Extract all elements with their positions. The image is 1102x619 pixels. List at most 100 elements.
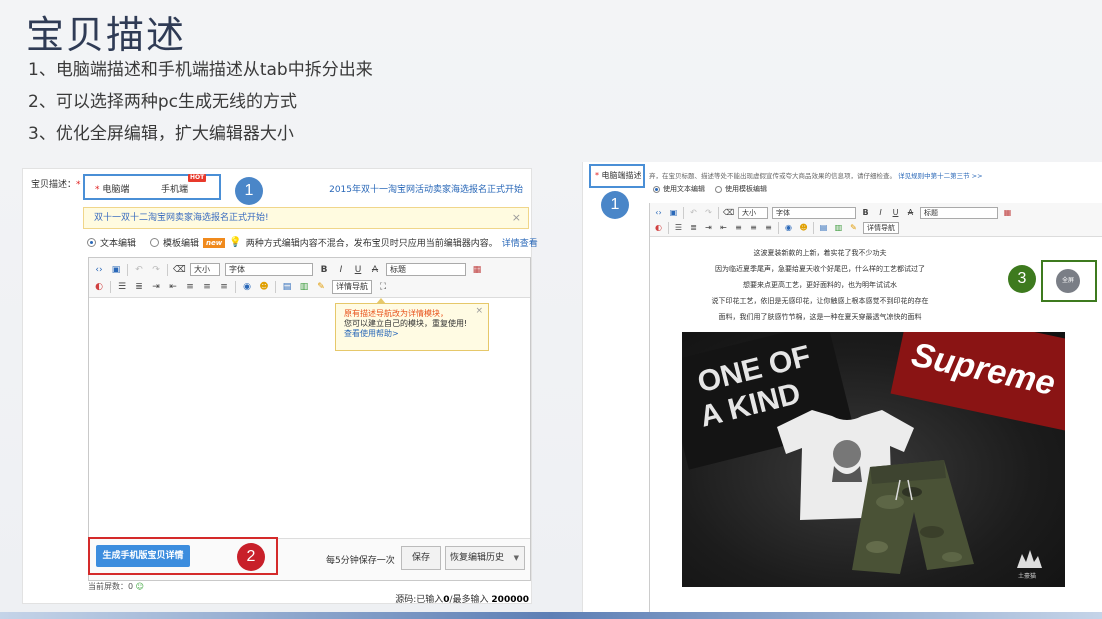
- radio-template-edit[interactable]: [150, 238, 160, 247]
- radio-text-edit-label: 使用文本编辑: [663, 185, 705, 193]
- fullscreen-button[interactable]: 全屏: [1056, 269, 1080, 293]
- align-left-icon[interactable]: ≡: [733, 222, 744, 234]
- unordered-list-icon[interactable]: ☰: [673, 222, 684, 234]
- ordered-list-icon[interactable]: ≣: [133, 281, 145, 293]
- source-code-icon[interactable]: ‹›: [653, 207, 664, 219]
- field-label: 宝贝描述：*: [31, 177, 81, 190]
- font-size-select[interactable]: 大小: [190, 263, 220, 276]
- preview-icon[interactable]: ▣: [110, 264, 122, 276]
- hot-badge: HOT: [188, 174, 207, 182]
- event-link[interactable]: 2015年双十一淘宝网活动卖家海选报名正式开始: [329, 182, 523, 195]
- indent-icon[interactable]: ⇥: [150, 281, 162, 293]
- callout-marker-3: 3: [1008, 265, 1036, 293]
- close-icon[interactable]: ×: [512, 208, 521, 228]
- bullet-item: 2、可以选择两种pc生成无线的方式: [28, 92, 297, 112]
- font-size-select[interactable]: 大小: [738, 206, 768, 219]
- edit-mode-row: 使用文本编辑 使用模板编辑: [653, 184, 767, 194]
- indent-icon[interactable]: ⇥: [703, 222, 714, 234]
- right-screenshot-panel: * 电脑端描述 弃，在宝贝标题、描述等处不能出现虚假宣传或夸大商品效果的信息项，…: [582, 162, 1102, 612]
- image-icon[interactable]: ▤: [818, 222, 829, 234]
- image-icon[interactable]: ▤: [281, 281, 293, 293]
- bold-icon[interactable]: B: [318, 264, 330, 276]
- rich-text-editor-fullscreen: ‹› ▣ ↶ ↷ ⌫ 大小 字体 B I U A 标题 ▦ ◐ ☰ ≣ ⇥ ⇤ …: [649, 203, 1102, 612]
- outdent-icon[interactable]: ⇤: [167, 281, 179, 293]
- italic-icon[interactable]: I: [335, 264, 347, 276]
- slide-title: 宝贝描述: [26, 13, 187, 57]
- underline-icon[interactable]: U: [352, 264, 364, 276]
- strikethrough-icon[interactable]: A: [905, 207, 916, 219]
- align-right-icon[interactable]: ≡: [218, 281, 230, 293]
- bullet-list: 1、电脑端描述和手机端描述从tab中拆分出来 2、可以选择两种pc生成无线的方式…: [28, 58, 373, 154]
- source-code-icon[interactable]: ‹›: [93, 264, 105, 276]
- smile-icon: ☺: [135, 582, 144, 591]
- redo-icon[interactable]: ↷: [150, 264, 162, 276]
- align-center-icon[interactable]: ≡: [748, 222, 759, 234]
- radio-template-edit[interactable]: [715, 185, 722, 193]
- brand-text: 土豪猫: [1018, 572, 1036, 580]
- align-left-icon[interactable]: ≡: [184, 281, 196, 293]
- callout-marker-1: 1: [235, 177, 263, 205]
- table-icon[interactable]: ▦: [1002, 207, 1013, 219]
- align-center-icon[interactable]: ≡: [201, 281, 213, 293]
- detail-nav-button[interactable]: 详情导航: [863, 221, 899, 234]
- preview-icon[interactable]: ▣: [668, 207, 679, 219]
- radio-text-edit[interactable]: [87, 238, 96, 247]
- outdent-icon[interactable]: ⇤: [718, 222, 729, 234]
- clear-format-icon[interactable]: ⌫: [173, 264, 186, 276]
- bold-icon[interactable]: B: [860, 207, 871, 219]
- tooltip-line: 原有描述导航改为详情模块，: [344, 309, 448, 318]
- radio-text-edit[interactable]: [653, 185, 660, 193]
- video-icon[interactable]: ▥: [298, 281, 310, 293]
- heading-select[interactable]: 标题: [386, 263, 466, 276]
- redo-icon[interactable]: ↷: [703, 207, 714, 219]
- clear-format-icon[interactable]: ⌫: [723, 207, 734, 219]
- underline-icon[interactable]: U: [890, 207, 901, 219]
- undo-icon[interactable]: ↶: [688, 207, 699, 219]
- module-icon[interactable]: ✎: [315, 281, 327, 293]
- table-icon[interactable]: ▦: [471, 264, 483, 276]
- emoji-icon[interactable]: ☻: [798, 222, 809, 234]
- font-family-select[interactable]: 字体: [225, 263, 313, 276]
- video-icon[interactable]: ▥: [833, 222, 844, 234]
- chevron-down-icon: ▼: [513, 554, 519, 562]
- screen-count: 当前屏数：0 ☺: [88, 581, 144, 592]
- link-icon[interactable]: ◉: [783, 222, 794, 234]
- editor-toolbar: ‹› ▣ ↶ ↷ ⌫ 大小 字体 B I U A 标题 ▦ ◐ ☰ ≣ ⇥ ⇤ …: [89, 258, 530, 298]
- tab-pc[interactable]: * 电脑端: [95, 182, 129, 195]
- italic-icon[interactable]: I: [875, 207, 886, 219]
- required-mark: *: [95, 185, 100, 195]
- screen-count-value: 0: [128, 582, 134, 591]
- bullet-item: 1、电脑端描述和手机端描述从tab中拆分出来: [28, 60, 373, 80]
- tooltip-help-link[interactable]: 查看使用帮助>: [344, 329, 480, 339]
- font-family-select[interactable]: 字体: [772, 206, 856, 219]
- align-right-icon[interactable]: ≡: [763, 222, 774, 234]
- color-icon[interactable]: ◐: [653, 222, 664, 234]
- rules-hint-text: 弃，在宝贝标题、描述等处不能出现虚假宣传或夸大商品效果的信息项，请仔细检查。: [649, 172, 896, 180]
- rules-link[interactable]: 详见规则中第十二第三节 >>: [898, 172, 982, 180]
- source-label: 源码:已输入: [395, 595, 444, 605]
- edit-mode-row: 文本编辑 模板编辑 new 💡 两种方式编辑内容不混合，发布宝贝时只应用当前编辑…: [87, 236, 538, 249]
- generate-mobile-button[interactable]: 生成手机版宝贝详情: [96, 545, 190, 567]
- unordered-list-icon[interactable]: ☰: [116, 281, 128, 293]
- fullscreen-icon[interactable]: ⛶: [377, 281, 389, 293]
- ordered-list-icon[interactable]: ≣: [688, 222, 699, 234]
- mode-hint-link[interactable]: 详情查看: [502, 236, 538, 249]
- link-icon[interactable]: ◉: [241, 281, 253, 293]
- tab-pc-description[interactable]: * 电脑端描述: [589, 164, 645, 188]
- heading-select[interactable]: 标题: [920, 206, 998, 219]
- undo-icon[interactable]: ↶: [133, 264, 145, 276]
- screen-count-label: 当前屏数：: [88, 582, 128, 591]
- tab-mobile[interactable]: 手机端: [161, 182, 188, 195]
- module-icon[interactable]: ✎: [848, 222, 859, 234]
- close-icon[interactable]: ×: [475, 306, 483, 316]
- nav-tooltip: 原有描述导航改为详情模块， 您可以建立自己的模块，重复使用! 查看使用帮助> ×: [335, 298, 489, 351]
- restore-history-label: 恢复编辑历史: [450, 553, 505, 563]
- description-line: 想要来点更高工艺，更好面料的，也为明年试试水: [743, 281, 897, 289]
- save-button[interactable]: 保存: [401, 546, 441, 570]
- color-icon[interactable]: ◐: [93, 281, 105, 293]
- detail-nav-button[interactable]: 详情导航: [332, 279, 372, 294]
- restore-history-dropdown[interactable]: 恢复编辑历史 ▼: [445, 546, 525, 570]
- radio-template-edit-label: 模板编辑: [163, 239, 200, 249]
- strikethrough-icon[interactable]: A: [369, 264, 381, 276]
- emoji-icon[interactable]: ☻: [258, 281, 270, 293]
